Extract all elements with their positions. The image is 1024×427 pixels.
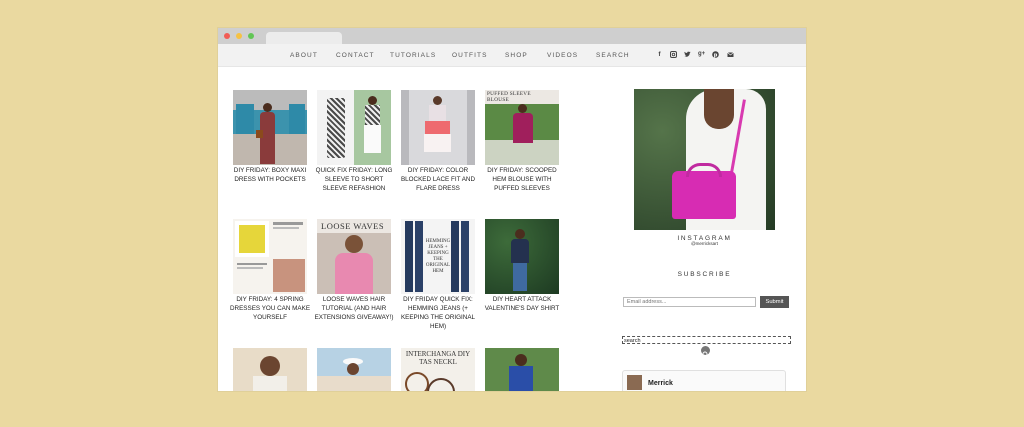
nav-contact[interactable]: Contact bbox=[336, 52, 375, 59]
site-nav: About Contact Tutorials Outfits Shop Vid… bbox=[218, 44, 806, 67]
nav-tutorials[interactable]: Tutorials bbox=[390, 52, 436, 59]
svg-text:p: p bbox=[714, 52, 718, 58]
post-card[interactable]: INTERCHANGA DIY TAS NECKL bbox=[401, 348, 475, 391]
nav-shop[interactable]: Shop bbox=[505, 52, 528, 59]
post-caption[interactable]: Loose Waves Hair Tutorial (and Hair Exte… bbox=[314, 295, 394, 322]
submit-button[interactable]: Submit bbox=[760, 296, 789, 308]
post-caption[interactable]: Quick Fix Friday: Long Sleeve to Short S… bbox=[314, 166, 394, 193]
profile-widget: Merrick bbox=[622, 370, 786, 391]
post-thumbnail[interactable]: HEMMING JEANS + KEEPING THE ORIGINAL HEM bbox=[401, 219, 475, 294]
instagram-handle[interactable]: @merricksart bbox=[634, 241, 775, 246]
maximize-window-button[interactable] bbox=[248, 33, 254, 39]
nav-videos[interactable]: Videos bbox=[547, 52, 578, 59]
post-card[interactable]: DIY Friday: Boxy Maxi Dress with Pockets bbox=[233, 90, 307, 184]
avatar[interactable] bbox=[627, 375, 642, 390]
profile-name[interactable]: Merrick bbox=[648, 380, 673, 387]
post-thumbnail[interactable]: LOOSE WAVES bbox=[317, 219, 391, 294]
nav-search[interactable]: Search bbox=[596, 52, 630, 59]
post-caption[interactable]: DIY Friday Quick Fix: Hemming Jeans (+ K… bbox=[398, 295, 478, 331]
post-caption[interactable]: DIY Heart Attack Valentine's Day Shirt bbox=[482, 295, 562, 313]
email-icon[interactable] bbox=[727, 51, 734, 58]
post-thumbnail[interactable] bbox=[485, 348, 559, 391]
subscribe-title: SUBSCRIBE bbox=[677, 271, 732, 278]
nav-outfits[interactable]: Outfits bbox=[452, 52, 488, 59]
instagram-icon[interactable] bbox=[670, 51, 677, 58]
post-caption[interactable]: DIY Friday: Color Blocked Lace Fit and F… bbox=[398, 166, 478, 193]
post-thumbnail[interactable]: PUFFED SLEEVE BLOUSE bbox=[485, 90, 559, 165]
post-thumbnail[interactable] bbox=[233, 90, 307, 165]
twitter-icon[interactable] bbox=[684, 51, 691, 58]
post-thumbnail[interactable] bbox=[485, 219, 559, 294]
browser-window: About Contact Tutorials Outfits Shop Vid… bbox=[218, 28, 806, 391]
browser-tab[interactable] bbox=[266, 32, 342, 44]
post-caption[interactable]: DIY Friday: 4 Spring Dresses You Can Mak… bbox=[230, 295, 310, 322]
post-card[interactable] bbox=[485, 348, 559, 391]
post-caption[interactable]: DIY Friday: Boxy Maxi Dress with Pockets bbox=[230, 166, 310, 184]
nav-about[interactable]: About bbox=[290, 52, 318, 59]
post-card[interactable]: DIY Heart Attack Valentine's Day Shirt bbox=[485, 219, 559, 313]
post-card[interactable]: LOOSE WAVES Loose Waves Hair Tutorial (a… bbox=[314, 219, 394, 322]
email-field[interactable] bbox=[623, 297, 756, 307]
browser-chrome bbox=[218, 28, 806, 44]
post-card[interactable]: PUFFED SLEEVE BLOUSE DIY Friday: Scooped… bbox=[485, 90, 559, 193]
post-card[interactable]: HEMMING JEANS + KEEPING THE ORIGINAL HEM… bbox=[401, 219, 475, 331]
post-card[interactable] bbox=[317, 348, 391, 391]
thumb-overlay-text: INTERCHANGA DIY TAS NECKL bbox=[405, 350, 471, 366]
post-card[interactable]: Quick Fix Friday: Long Sleeve to Short S… bbox=[314, 90, 394, 193]
google-plus-icon[interactable]: g+ bbox=[698, 51, 705, 58]
post-caption[interactable]: DIY Friday: Scooped Hem Blouse with Puff… bbox=[482, 166, 562, 193]
minimize-window-button[interactable] bbox=[236, 33, 242, 39]
search-input[interactable]: search bbox=[622, 336, 791, 344]
post-card[interactable]: DIY Friday: Color Blocked Lace Fit and F… bbox=[401, 90, 475, 193]
pinterest-icon[interactable]: p bbox=[712, 51, 719, 58]
facebook-icon[interactable]: f bbox=[656, 51, 663, 58]
post-thumbnail[interactable] bbox=[233, 219, 307, 294]
post-thumbnail[interactable] bbox=[401, 90, 475, 165]
thumb-overlay-text: HEMMING JEANS + KEEPING THE ORIGINAL HEM bbox=[425, 239, 451, 274]
thumb-overlay-text: PUFFED SLEEVE BLOUSE bbox=[487, 91, 531, 103]
post-thumbnail[interactable]: INTERCHANGA DIY TAS NECKL bbox=[401, 348, 475, 391]
post-thumbnail[interactable] bbox=[317, 90, 391, 165]
post-card[interactable] bbox=[233, 348, 307, 391]
post-thumbnail[interactable] bbox=[317, 348, 391, 391]
post-thumbnail[interactable] bbox=[233, 348, 307, 391]
instagram-photo[interactable] bbox=[634, 89, 775, 230]
post-card[interactable]: DIY Friday: 4 Spring Dresses You Can Mak… bbox=[230, 219, 310, 322]
close-window-button[interactable] bbox=[224, 33, 230, 39]
thumb-overlay-text: LOOSE WAVES bbox=[321, 221, 385, 231]
search-icon[interactable] bbox=[701, 346, 710, 358]
